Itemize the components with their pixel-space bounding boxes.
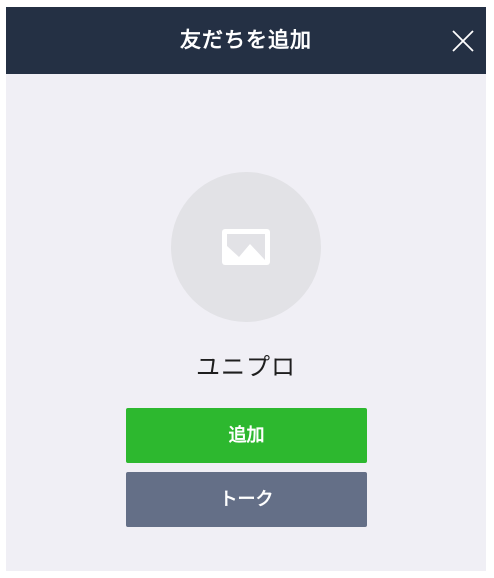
talk-button[interactable]: トーク	[126, 472, 367, 527]
dialog-header: 友だちを追加	[6, 7, 486, 74]
add-button[interactable]: 追加	[126, 408, 367, 463]
close-button[interactable]	[450, 28, 476, 54]
dialog-title: 友だちを追加	[180, 28, 312, 52]
profile-name: ユニプロ	[196, 353, 296, 381]
add-friend-dialog: 友だちを追加 ユニプロ 追加 トーク	[6, 7, 486, 571]
image-icon	[222, 229, 270, 265]
close-icon	[450, 28, 476, 54]
avatar	[171, 172, 321, 322]
